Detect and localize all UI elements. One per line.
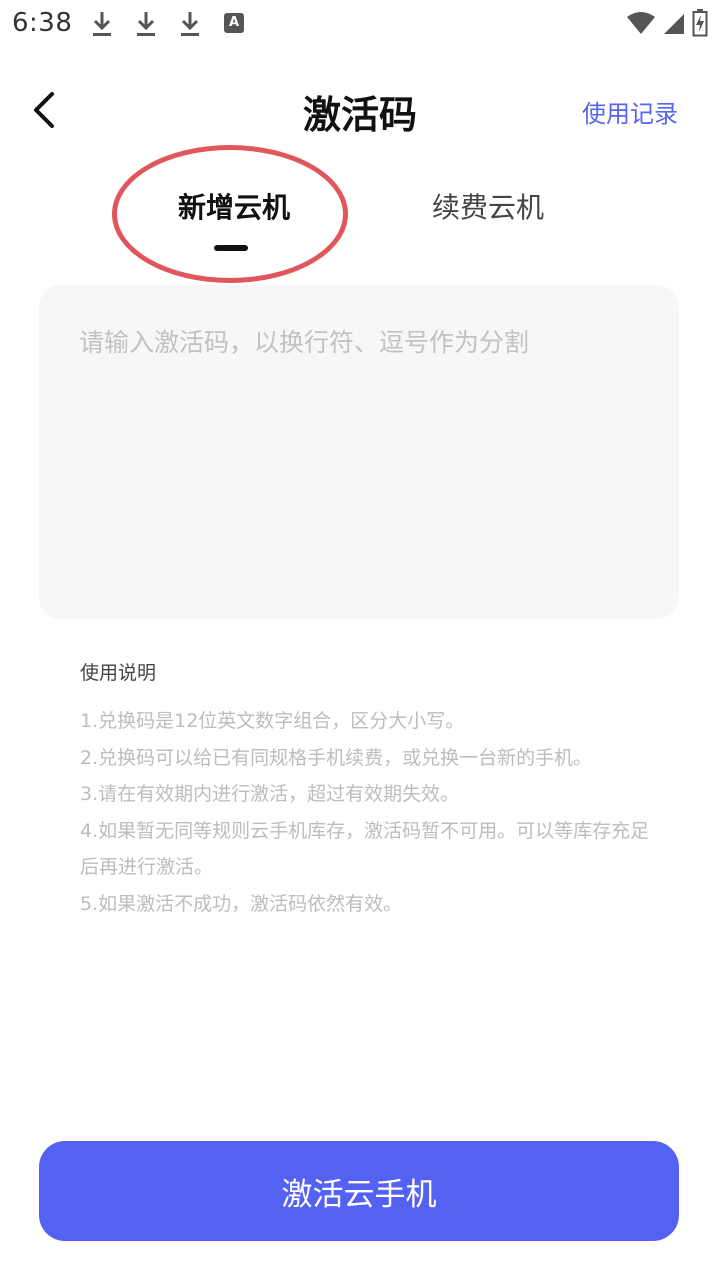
download-icon: [93, 12, 111, 36]
wifi-icon: [627, 12, 655, 34]
tab-new-cloud-phone[interactable]: 新增云机: [178, 186, 290, 226]
usage-instructions: 使用说明 1.兑换码是12位英文数字组合，区分大小写。 2.兑换码可以给已有同规…: [80, 658, 650, 922]
tab-renew-cloud-phone[interactable]: 续费云机: [432, 186, 544, 226]
back-button[interactable]: [20, 86, 68, 134]
instruction-item: 1.兑换码是12位英文数字组合，区分大小写。: [80, 710, 465, 732]
active-tab-indicator: [214, 245, 248, 251]
usage-history-link[interactable]: 使用记录: [582, 94, 678, 129]
instruction-item: 2.兑换码可以给已有同规格手机续费，或兑换一台新的手机。: [80, 746, 593, 769]
instruction-item: 3.请在有效期内进行激活，超过有效期失效。: [80, 783, 460, 805]
signal-icon: [664, 14, 684, 34]
chevron-left-icon: [34, 92, 54, 128]
instructions-list: 1.兑换码是12位英文数字组合，区分大小写。 2.兑换码可以给已有同规格手机续费…: [80, 703, 650, 922]
activate-cloud-phone-button[interactable]: 激活云手机: [39, 1141, 679, 1241]
battery-charging-icon: [692, 9, 708, 37]
text-icon: A: [224, 13, 244, 33]
header: 激活码 使用记录: [0, 72, 720, 148]
tab-bar: 新增云机 续费云机: [0, 176, 720, 266]
status-bar: 6:38 A: [0, 0, 720, 50]
instruction-item: 5.如果激活不成功，激活码依然有效。: [80, 892, 403, 915]
download-icon: [137, 12, 155, 36]
status-time: 6:38: [12, 8, 73, 38]
download-icon: [181, 12, 199, 36]
system-icons: [626, 8, 708, 38]
instruction-item: 4.如果暂无同等规则云手机库存，激活码暂不可用。可以等库存充足后再进行激活。: [80, 819, 650, 879]
activation-code-input[interactable]: [39, 285, 679, 619]
instructions-title: 使用说明: [80, 662, 157, 684]
